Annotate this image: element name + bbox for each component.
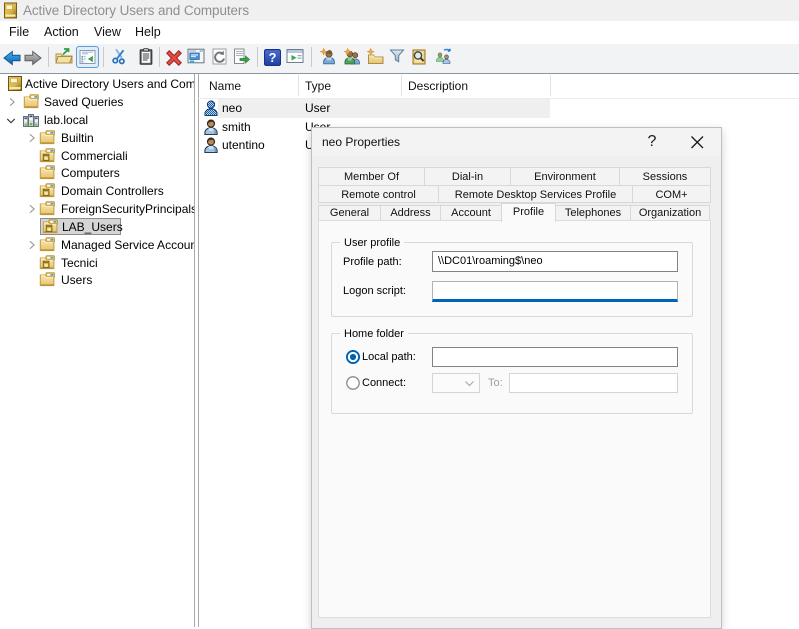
svg-text:?: ?: [269, 49, 277, 64]
